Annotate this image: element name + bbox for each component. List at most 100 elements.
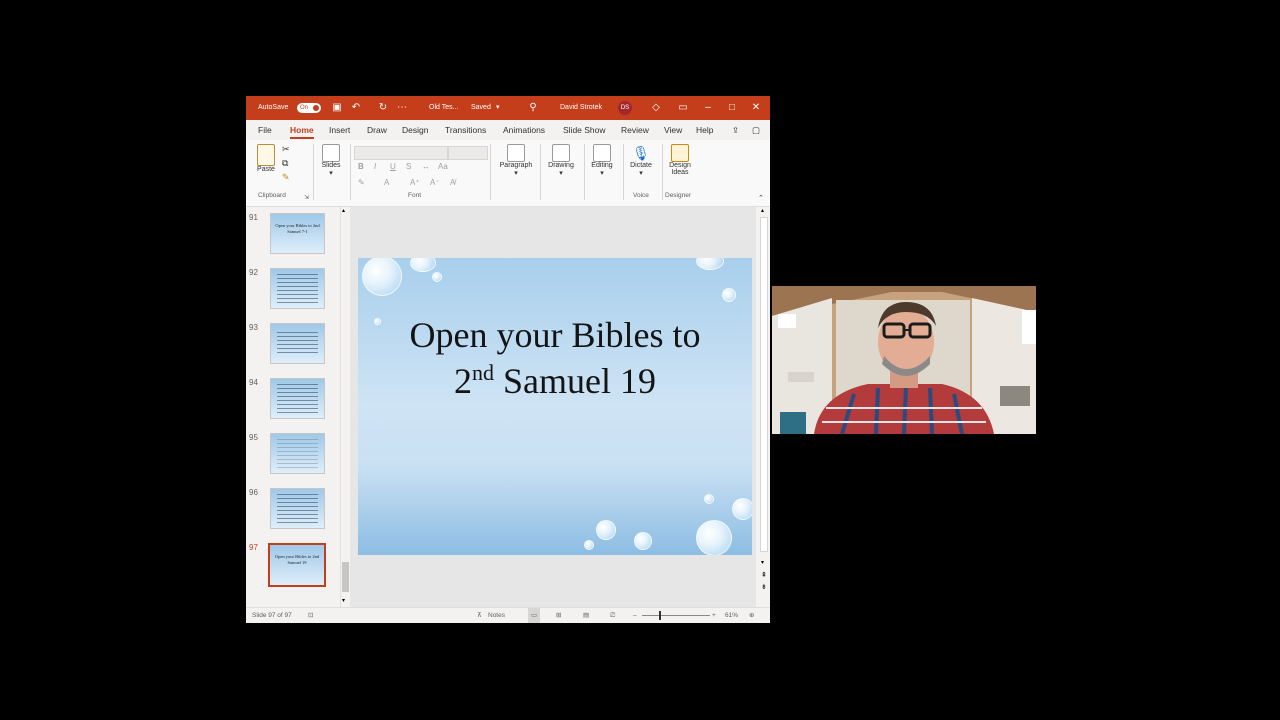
zoom-slider[interactable] [642,615,710,616]
scroll-thumb[interactable] [760,217,768,552]
water-drop [704,494,714,504]
user-name[interactable]: David Strotek [560,96,602,120]
group-voice: Voice [633,192,649,199]
notes-icon[interactable]: ⊼ [477,608,482,623]
tab-file[interactable]: File [258,120,272,140]
collapse-ribbon-icon[interactable]: ⌃ [758,194,764,202]
customize-toolbar-icon[interactable]: ⋯ [396,96,408,120]
tab-view[interactable]: View [664,120,682,140]
tab-animations[interactable]: Animations [503,120,545,140]
slide-number: 97 [249,543,258,552]
save-icon[interactable]: ▣ [331,96,343,120]
scroll-down-icon[interactable]: ▾ [342,597,345,604]
tab-home[interactable]: Home [290,120,314,140]
fit-to-window-icon[interactable]: ⊕ [749,608,754,623]
previous-slide-icon[interactable]: ⇞ [761,571,767,579]
current-slide[interactable]: Open your Bibles to 2nd Samuel 19 [358,258,752,555]
chevron-down-icon[interactable]: ▾ [496,96,500,120]
change-case-icon[interactable]: Aa [438,162,448,171]
editing-button[interactable]: Editing ▾ [587,144,617,177]
comments-icon[interactable]: ▢ [752,120,760,140]
zoom-slider-thumb[interactable] [659,611,661,620]
drawing-button[interactable]: Drawing ▾ [544,144,578,177]
slide-thumbnail-94[interactable] [270,378,325,419]
font-size-box[interactable] [448,146,488,160]
paste-button[interactable]: Paste [254,144,278,173]
maximize-icon[interactable]: □ [726,96,738,120]
share-icon[interactable]: ⇪ [732,120,739,140]
dictate-button[interactable]: 🎙 Dictate ▾ [626,144,656,177]
save-status[interactable]: Saved [471,96,491,120]
format-painter-icon[interactable]: ✎ [282,172,290,183]
char-spacing-icon[interactable]: ↔ [422,162,430,171]
slide-thumbnail-92[interactable] [270,268,325,309]
zoom-in-icon[interactable]: + [712,608,716,623]
document-name[interactable]: Old Tes... [429,96,458,120]
slide-thumbnail-93[interactable] [270,323,325,364]
reading-view-icon[interactable]: ▤ [583,608,589,623]
copy-icon[interactable]: ⧉ [282,158,288,169]
font-color-icon[interactable]: A [384,178,389,187]
tab-review[interactable]: Review [621,120,649,140]
scroll-up-icon[interactable]: ▴ [342,207,345,214]
underline-icon[interactable]: U [390,162,396,171]
scroll-down-icon[interactable]: ▾ [761,559,764,566]
font-name-box[interactable] [354,146,448,160]
paragraph-button[interactable]: Paragraph ▾ [496,144,536,177]
decrease-font-icon[interactable]: A⁻ [430,178,440,187]
chevron-down-icon: ▾ [639,170,643,177]
normal-view-icon[interactable]: ▭ [528,608,541,623]
tab-insert[interactable]: Insert [329,120,350,140]
minimize-icon[interactable]: – [702,96,714,120]
bold-icon[interactable]: B [358,162,364,171]
highlight-icon[interactable]: ✎ [358,178,365,187]
accessibility-icon[interactable]: ⊡ [308,608,313,623]
next-slide-icon[interactable]: ⇟ [761,583,767,591]
slide-show-icon[interactable]: ⎚ [610,608,615,623]
clear-format-icon[interactable]: A̸ [450,178,455,187]
design-ideas-button[interactable]: Design Ideas [664,144,696,176]
paragraph-icon [507,144,525,162]
slide-thumbnail-95[interactable] [270,433,325,474]
increase-font-icon[interactable]: A⁺ [410,178,420,187]
editor-scrollbar[interactable]: ▴ ▾ ⇞ ⇟ [758,207,770,607]
water-drop [596,520,616,540]
editing-label: Editing [591,162,613,169]
italic-icon[interactable]: I [374,162,376,171]
dialog-launcher-icon[interactable]: ⇲ [304,194,309,201]
tab-help[interactable]: Help [696,120,713,140]
slide-thumbnail-91[interactable]: Open your Bibles to 2nd Samuel 7-1 [270,213,325,254]
slide-thumbnail-97[interactable]: Open your Bibles to 2nd Samuel 19 [268,543,326,587]
zoom-out-icon[interactable]: – [633,608,637,623]
redo-icon[interactable]: ↻ [377,96,389,120]
tab-slide-show[interactable]: Slide Show [563,120,606,140]
avatar[interactable]: DS [618,101,632,115]
slide-number: 92 [249,268,258,277]
zoom-level[interactable]: 61% [725,608,738,623]
undo-icon[interactable]: ↶ [350,96,362,120]
slide-number: 95 [249,433,258,442]
webcam-video [772,286,1036,434]
ribbon-display-icon[interactable]: ▭ [677,96,689,120]
scroll-thumb[interactable] [342,562,349,592]
diamond-icon[interactable]: ◇ [650,96,662,120]
slide-sorter-icon[interactable]: ⊞ [556,608,561,623]
slide-thumbnail-pane: 91 Open your Bibles to 2nd Samuel 7-1 92… [246,207,346,607]
autosave-toggle[interactable]: On [297,103,321,113]
tab-draw[interactable]: Draw [367,120,387,140]
search-icon[interactable]: ⚲ [527,96,539,120]
scroll-up-icon[interactable]: ▴ [761,207,764,214]
water-drop [362,258,402,296]
cut-icon[interactable]: ✂ [282,144,290,155]
tab-transitions[interactable]: Transitions [445,120,486,140]
notes-button[interactable]: Notes [488,608,505,623]
powerpoint-window: AutoSave On ▣ ↶ ↻ ⋯ Old Tes... Saved ▾ ⚲… [246,96,770,623]
tab-design[interactable]: Design [402,120,428,140]
strikethrough-icon[interactable]: S [406,162,411,171]
close-icon[interactable]: ✕ [750,96,762,120]
chevron-down-icon: ▾ [600,170,604,177]
thumbnail-scrollbar[interactable]: ▴ ▾ [340,207,350,607]
slides-button[interactable]: Slides ▾ [316,144,346,177]
slide-thumbnail-96[interactable] [270,488,325,529]
status-bar: Slide 97 of 97 ⊡ ⊼ Notes ▭ ⊞ ▤ ⎚ – + 61%… [246,607,770,623]
